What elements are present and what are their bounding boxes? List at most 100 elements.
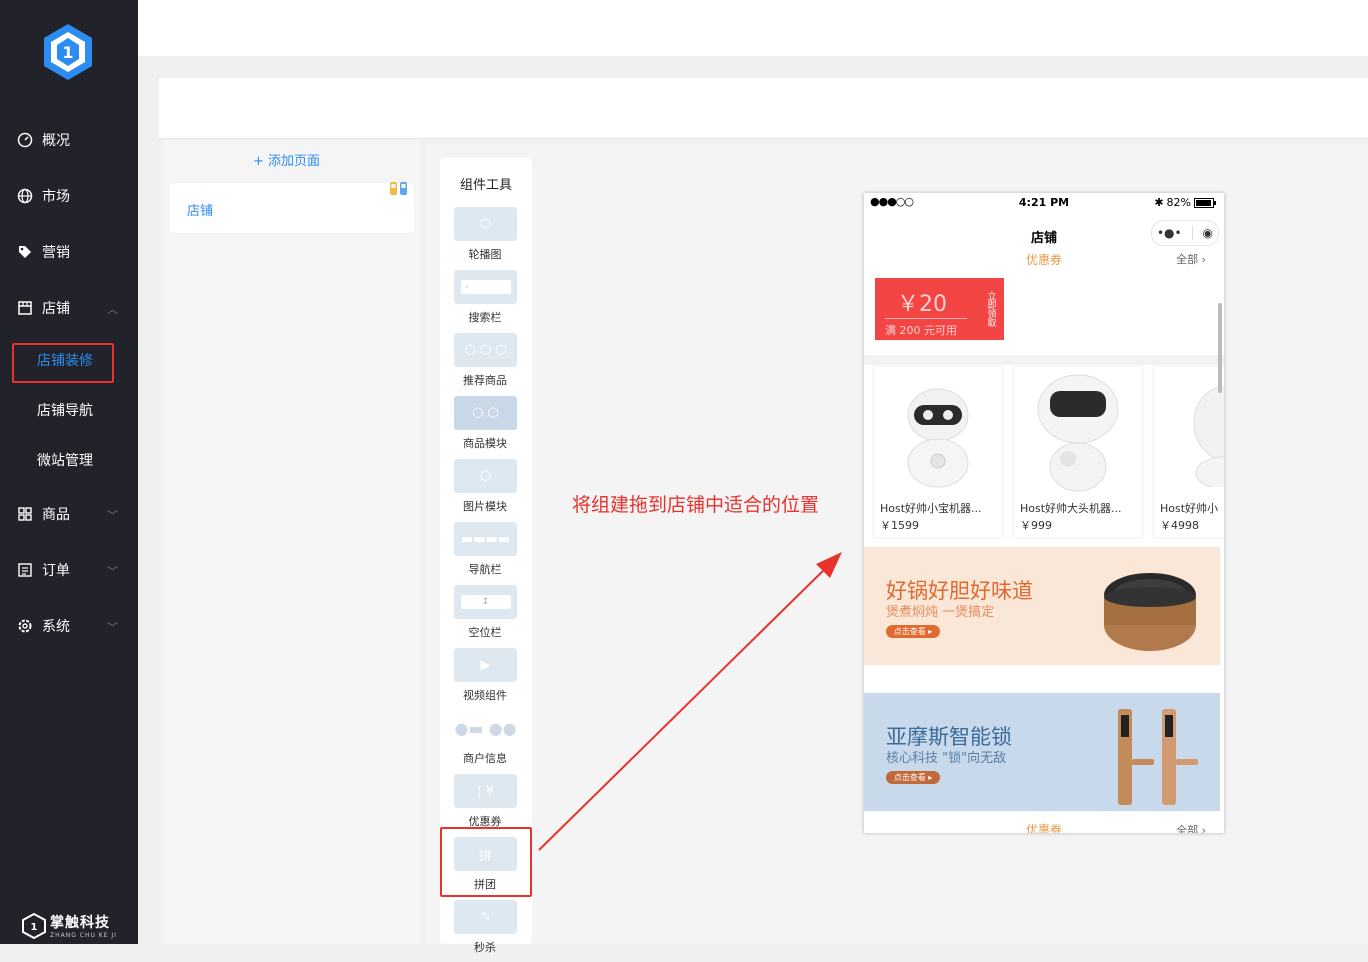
svg-text:1: 1 <box>62 43 73 62</box>
close-icon[interactable]: ◉ <box>1203 226 1213 240</box>
top-bar <box>138 0 1368 56</box>
rice-cooker-image <box>1104 573 1196 651</box>
group-buy-icon: 拼 <box>454 837 517 871</box>
banner-subtitle: 核心科技 "锁"向无敌 <box>886 751 1007 766</box>
nav-label: 商品 <box>42 507 70 523</box>
bottom-section-title: 优惠券 <box>1025 823 1062 833</box>
tool-search-bar[interactable]: ⌕ 搜索栏 <box>445 270 525 332</box>
image-module-icon: ⬡ <box>454 459 517 493</box>
tool-flash-sale[interactable]: ✎ 秒杀 <box>445 900 525 962</box>
badge-icon <box>390 182 407 195</box>
tool-label: 秒杀 <box>474 941 496 954</box>
tool-label: 轮播图 <box>468 248 502 261</box>
tool-nav-bar[interactable]: ▬▬▬▬ 导航栏 <box>445 522 525 584</box>
goods-name: Host好帅大头机器... <box>1020 502 1122 515</box>
more-icon[interactable]: •●• <box>1157 226 1182 240</box>
robot-image <box>1037 374 1119 492</box>
coupon-amount: ￥20 <box>897 292 947 317</box>
dashboard-icon <box>16 131 34 149</box>
nav-label: 店铺 <box>42 301 70 317</box>
goods-price: ￥1599 <box>880 519 919 532</box>
banner-view-button[interactable]: 点击查看 ▸ <box>886 625 940 638</box>
tool-label: 拼团 <box>474 878 496 891</box>
nav-bar-icon: ▬▬▬▬ <box>454 522 517 556</box>
tool-spacer[interactable]: ↕ 空位栏 <box>445 585 525 647</box>
spacer-icon: ↕ <box>454 585 517 619</box>
tool-label: 空位栏 <box>468 626 502 639</box>
robot-image <box>907 388 969 488</box>
drag-arrow-icon <box>538 552 842 851</box>
banner-subtitle: 煲煮焖炖 一煲搞定 <box>886 605 995 620</box>
header-panel <box>159 78 1368 139</box>
mini-program-capsule[interactable]: •●• ◉ <box>1151 220 1219 246</box>
goods-name: Host好帅小宝机器... <box>880 502 982 515</box>
claim-coupon-button[interactable]: 立即领取 <box>976 278 1004 340</box>
nav-label: 概况 <box>42 133 70 149</box>
bottom-section-more[interactable]: 全部 › <box>1176 822 1206 833</box>
nav-marketing[interactable]: 营销 <box>0 232 138 272</box>
tool-image-module[interactable]: ⬡ 图片模块 <box>445 459 525 521</box>
brand-sub: ZHANG CHU KE JI <box>50 932 117 939</box>
banner-view-button[interactable]: 点击查看 ▸ <box>886 771 940 784</box>
instruction-text: 将组建拖到店铺中适合的位置 <box>572 494 820 516</box>
nav-label: 订单 <box>42 563 70 579</box>
nav-label: 系统 <box>42 619 70 635</box>
goods-price: ￥4998 <box>1160 519 1199 532</box>
tool-label: 视频组件 <box>463 689 507 702</box>
coupon-icon: ¦ ¥ <box>454 774 517 808</box>
coupon-divider <box>885 318 967 319</box>
battery-percent: 82% <box>1166 196 1191 209</box>
tool-label: 图片模块 <box>463 500 507 513</box>
smart-lock-image <box>1118 709 1198 805</box>
nav-overview[interactable]: 概况 <box>0 120 138 160</box>
bluetooth-icon: ✱ <box>1154 196 1164 209</box>
svg-text:1: 1 <box>31 922 38 933</box>
carousel-icon: ⬡ <box>454 207 517 241</box>
tool-coupon[interactable]: ¦ ¥ 优惠券 <box>445 774 525 836</box>
sub-microsite[interactable]: 微站管理 <box>0 443 138 479</box>
banner-rice-cooker[interactable]: 好锅好胆好味道 煲煮焖炖 一煲搞定 点击查看 ▸ <box>864 547 1220 665</box>
chevron-up-icon: ︿ <box>107 303 118 316</box>
list-icon <box>16 561 34 579</box>
nav-system[interactable]: 系统 ﹀ <box>0 606 138 646</box>
nav-market[interactable]: 市场 <box>0 176 138 216</box>
app-logo[interactable]: 1 <box>40 22 96 82</box>
add-page-button[interactable]: + 添加页面 <box>253 150 320 169</box>
tool-group-buy[interactable]: 拼 拼团 <box>445 837 525 899</box>
tool-recommend-goods[interactable]: ⬡ ⬡ ⬡ 推荐商品 <box>445 333 525 395</box>
tool-carousel[interactable]: ⬡ 轮播图 <box>445 207 525 269</box>
tool-goods-module[interactable]: ⬡ ⬡ 商品模块 <box>445 396 525 458</box>
nav-label: 市场 <box>42 189 70 205</box>
brand-name: 掌触科技 <box>50 915 110 931</box>
grid-icon <box>16 505 34 523</box>
globe-icon <box>16 187 34 205</box>
battery-status: ✱ 82% <box>1154 196 1216 209</box>
coupon-card[interactable]: ￥20 满 200 元可用 <box>875 278 977 340</box>
nav-store[interactable]: 店铺 ︿ <box>0 288 138 328</box>
coupon-section-title: 优惠券 <box>1025 253 1062 267</box>
chevron-down-icon: ﹀ <box>107 509 118 522</box>
tool-label: 商品模块 <box>463 437 507 450</box>
tool-video[interactable]: ▶ 视频组件 <box>445 648 525 710</box>
nav-orders[interactable]: 订单 ﹀ <box>0 550 138 590</box>
recommend-goods-icon: ⬡ ⬡ ⬡ <box>454 333 517 367</box>
nav-goods[interactable]: 商品 ﹀ <box>0 494 138 534</box>
flash-sale-icon: ✎ <box>454 900 517 934</box>
coupon-section-more[interactable]: 全部 › <box>1176 251 1206 267</box>
goods-card[interactable]: Host好帅大头机器... ￥999 <box>1014 367 1142 537</box>
search-bar-icon: ⌕ <box>454 270 517 304</box>
tool-merchant-info[interactable]: ●▬ ●● 商户信息 <box>445 711 525 773</box>
sub-store-navigation[interactable]: 店铺导航 <box>0 393 138 429</box>
sidebar: 1 概况 市场 营销 店铺 ︿ 店铺装修 店铺导航 微站管理 商品 ﹀ 订单 ﹀… <box>0 0 138 944</box>
tool-label: 导航栏 <box>468 563 502 576</box>
banner-smart-lock[interactable]: 亚摩斯智能锁 核心科技 "锁"向无敌 点击查看 ▸ <box>864 693 1220 811</box>
gear-icon <box>16 617 34 635</box>
brand: 1 掌触科技 ZHANG CHU KE JI <box>22 912 117 939</box>
page-item[interactable]: 店铺 <box>170 182 414 233</box>
goods-card[interactable]: Host好帅小 ￥4998 <box>1154 367 1224 537</box>
tool-label: 推荐商品 <box>463 374 507 387</box>
sub-store-decoration[interactable]: 店铺装修 <box>0 343 138 379</box>
coupon-condition: 满 200 元可用 <box>885 324 957 337</box>
scrollbar[interactable] <box>1218 303 1222 393</box>
goods-card[interactable]: Host好帅小宝机器... ￥1599 <box>874 367 1002 537</box>
